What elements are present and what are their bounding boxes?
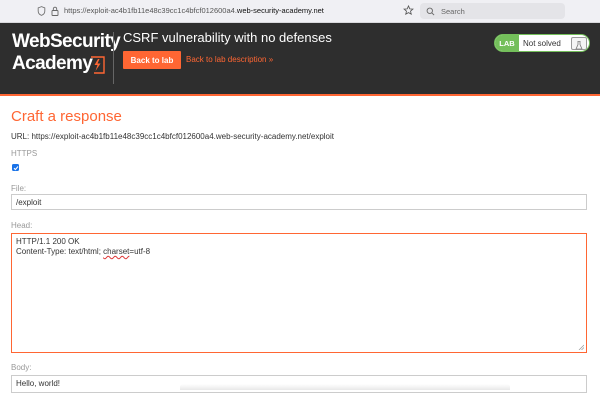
head-textarea[interactable]: HTTP/1.1 200 OK Content-Type: text/html;… xyxy=(11,233,587,353)
https-checkbox[interactable] xyxy=(12,164,19,171)
resize-handle-icon[interactable] xyxy=(578,344,584,350)
lab-title: CSRF vulnerability with no defenses xyxy=(123,30,332,45)
body-label: Body: xyxy=(11,363,32,372)
exploit-form: Craft a response URL: https://exploit-ac… xyxy=(0,96,600,393)
lab-status-text: Not solved xyxy=(523,38,561,48)
logo-line-1: WebSecurity xyxy=(12,31,121,52)
back-to-lab-description-link[interactable]: Back to lab description » xyxy=(186,55,273,64)
lock-icon[interactable] xyxy=(51,6,59,16)
head-label: Head: xyxy=(11,221,33,230)
lightning-logo-icon xyxy=(91,56,105,74)
floating-toolbar-edge xyxy=(180,384,510,390)
url-prefix: https://exploit-ac4b1fb11e48c39cc1c4bfcf… xyxy=(64,6,237,15)
page-header: WebSecurity Academy CSRF vulnerability w… xyxy=(0,23,600,96)
head-line-2b: =utf-8 xyxy=(129,247,151,256)
file-label: File: xyxy=(11,184,27,193)
search-icon xyxy=(426,7,435,15)
logo-line-2: Academy xyxy=(12,53,93,74)
search-box[interactable]: Search xyxy=(420,3,565,19)
web-security-academy-logo[interactable]: WebSecurity Academy xyxy=(12,31,121,89)
url-host: web-security-academy.net xyxy=(236,6,324,15)
search-placeholder: Search xyxy=(441,6,465,16)
shield-icon[interactable] xyxy=(37,6,46,16)
lab-status-widget: LAB Not solved xyxy=(494,34,590,52)
checkmark-icon xyxy=(13,165,18,170)
https-label: HTTPS xyxy=(11,149,38,158)
lab-badge: LAB xyxy=(495,35,519,51)
head-line-2-charset: charset xyxy=(103,247,130,256)
file-input[interactable]: /exploit xyxy=(11,194,587,210)
browser-toolbar: https://exploit-ac4b1fb11e48c39cc1c4bfcf… xyxy=(0,0,600,23)
address-bar[interactable]: https://exploit-ac4b1fb11e48c39cc1c4bfcf… xyxy=(64,6,324,15)
back-to-lab-button[interactable]: Back to lab xyxy=(123,51,181,69)
bookmark-star-icon[interactable] xyxy=(403,5,414,16)
page-title: Craft a response xyxy=(11,108,122,125)
header-divider xyxy=(113,32,114,84)
head-line-1: HTTP/1.1 200 OK xyxy=(16,237,80,246)
head-line-2a: Content-Type: text/html; xyxy=(16,247,104,256)
exploit-url: URL: https://exploit-ac4b1fb11e48c39cc1c… xyxy=(11,132,335,141)
flask-icon xyxy=(571,37,587,50)
